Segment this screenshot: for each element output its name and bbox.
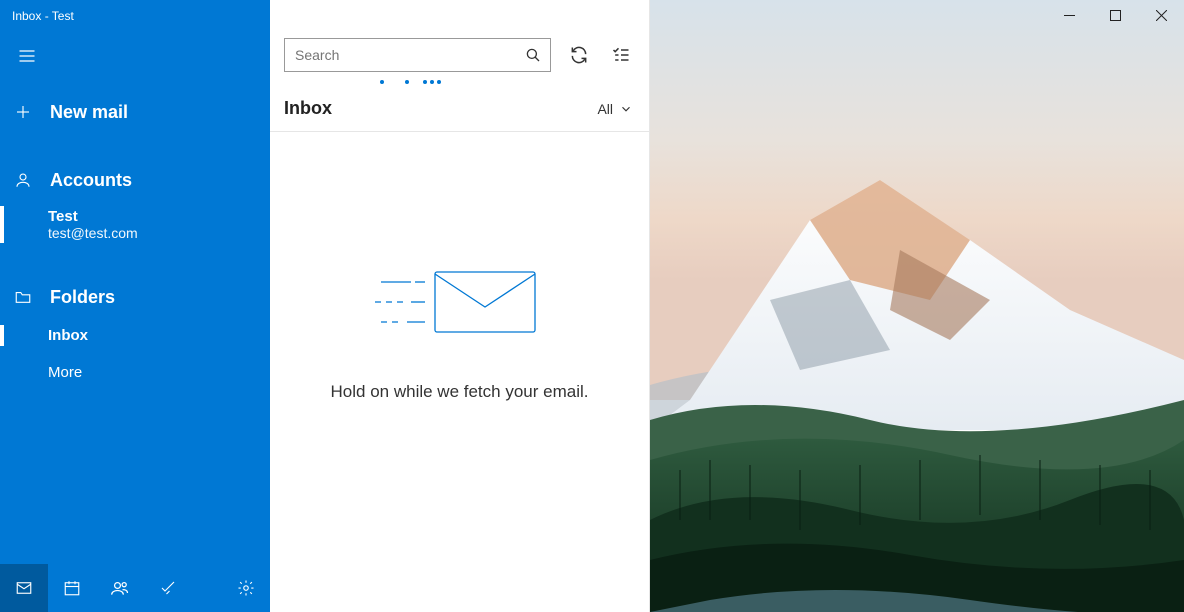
gear-icon — [237, 579, 255, 597]
filter-dropdown[interactable]: All — [597, 101, 633, 117]
folders-label: Folders — [50, 287, 115, 308]
chevron-down-icon — [619, 102, 633, 116]
mail-icon — [15, 579, 33, 597]
search-icon[interactable] — [524, 46, 542, 64]
minimize-icon — [1064, 10, 1075, 21]
folder-icon — [14, 288, 32, 306]
maximize-button[interactable] — [1092, 0, 1138, 30]
list-title: Inbox — [284, 98, 332, 119]
window-controls — [1046, 0, 1184, 30]
empty-state: Hold on while we fetch your email. — [270, 132, 649, 612]
search-box[interactable] — [284, 38, 551, 72]
list-header: Inbox All — [270, 88, 649, 132]
folder-more[interactable]: More — [0, 354, 270, 391]
bottom-nav — [0, 564, 270, 612]
reading-pane — [650, 0, 1184, 612]
folder-label: More — [48, 364, 82, 381]
nav-people-button[interactable] — [96, 564, 144, 612]
accounts-header[interactable]: Accounts — [0, 160, 270, 200]
todo-icon — [159, 579, 177, 597]
plus-icon — [14, 103, 32, 121]
people-icon — [110, 578, 130, 598]
nav-settings-button[interactable] — [222, 564, 270, 612]
account-item[interactable]: Test test@test.com — [0, 200, 270, 249]
select-mode-button[interactable] — [607, 41, 635, 69]
folder-label: Inbox — [48, 327, 88, 344]
active-indicator — [0, 206, 4, 243]
account-name: Test — [48, 208, 270, 225]
hamburger-button[interactable] — [0, 32, 270, 80]
active-indicator — [0, 325, 4, 346]
folder-inbox[interactable]: Inbox — [0, 317, 270, 354]
account-email: test@test.com — [48, 225, 270, 241]
maximize-icon — [1110, 10, 1121, 21]
new-mail-button[interactable]: New mail — [0, 86, 270, 138]
nav-todo-button[interactable] — [144, 564, 192, 612]
window-title: Inbox - Test — [0, 0, 270, 32]
filter-label: All — [597, 101, 613, 117]
hamburger-icon — [17, 46, 37, 66]
accounts-label: Accounts — [50, 170, 132, 191]
flying-envelope-icon — [375, 262, 545, 342]
empty-message: Hold on while we fetch your email. — [331, 382, 589, 402]
search-input[interactable] — [295, 47, 524, 63]
nav-calendar-button[interactable] — [48, 564, 96, 612]
close-icon — [1156, 10, 1167, 21]
new-mail-label: New mail — [50, 102, 128, 123]
calendar-icon — [63, 579, 81, 597]
sync-button[interactable] — [565, 41, 593, 69]
list-toolbar — [270, 28, 649, 78]
sidebar: Inbox - Test New mail Accounts Test test… — [0, 0, 270, 612]
close-button[interactable] — [1138, 0, 1184, 30]
checklist-icon — [611, 45, 631, 65]
minimize-button[interactable] — [1046, 0, 1092, 30]
message-list-pane: Inbox All Hold on while we fetch your em… — [270, 0, 650, 612]
person-icon — [14, 171, 32, 189]
nav-mail-button[interactable] — [0, 564, 48, 612]
background-image — [650, 0, 1184, 612]
loading-indicator — [270, 78, 649, 88]
folders-header[interactable]: Folders — [0, 277, 270, 317]
refresh-icon — [569, 45, 589, 65]
